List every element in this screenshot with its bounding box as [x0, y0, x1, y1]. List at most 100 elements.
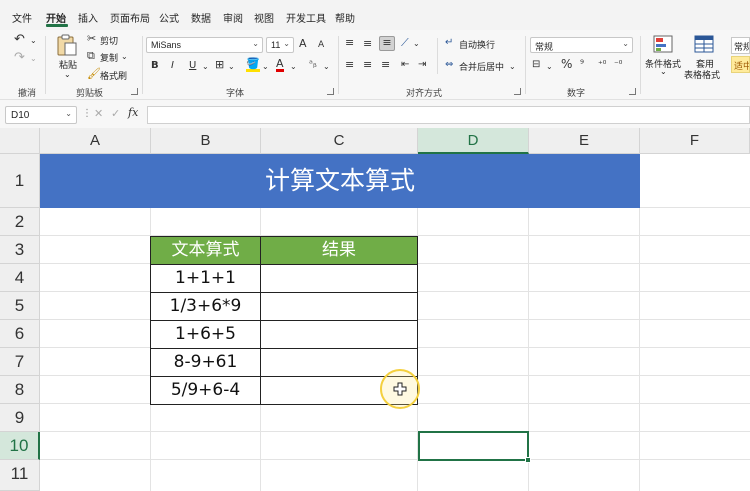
copy-dropdown-icon[interactable]: ⌄: [121, 51, 128, 63]
italic-button[interactable]: I: [171, 60, 174, 72]
phonetic-icon[interactable]: ᵃᵦ: [309, 59, 317, 71]
merge-dropdown-icon[interactable]: ⌄: [509, 61, 516, 73]
paste-button[interactable]: 粘贴 ⌄: [52, 34, 82, 79]
column-header-a[interactable]: A: [40, 128, 151, 154]
percent-button[interactable]: %: [561, 58, 572, 70]
format-painter-button[interactable]: 格式刷: [100, 69, 127, 82]
column-header-e[interactable]: E: [529, 128, 640, 154]
menu-file[interactable]: 文件: [12, 10, 32, 25]
row-header-4[interactable]: 4: [0, 264, 40, 292]
bold-button[interactable]: B: [151, 60, 159, 72]
table-header-expression[interactable]: 文本算式: [150, 236, 261, 265]
menu-formulas[interactable]: 公式: [159, 10, 179, 25]
scissors-icon[interactable]: ✂: [87, 33, 96, 45]
clipboard-launcher-icon[interactable]: [131, 88, 138, 95]
menu-developer[interactable]: 开发工具: [286, 10, 326, 25]
table-cell-expression[interactable]: 1/3+6*9: [150, 292, 261, 321]
table-cell-result[interactable]: [260, 320, 418, 349]
underline-button[interactable]: U: [189, 60, 196, 72]
wrap-text-icon[interactable]: ↵: [445, 37, 453, 49]
table-cell-expression[interactable]: 1+6+5: [150, 320, 261, 349]
phonetic-dropdown-icon[interactable]: ⌄: [323, 61, 330, 73]
align-center-icon[interactable]: ≡: [363, 59, 372, 71]
font-launcher-icon[interactable]: [327, 88, 334, 95]
row-header-8[interactable]: 8: [0, 376, 40, 404]
font-color-button[interactable]: A: [276, 58, 284, 72]
border-dropdown-icon[interactable]: ⌄: [228, 61, 235, 73]
underline-dropdown-icon[interactable]: ⌄: [202, 61, 209, 73]
number-launcher-icon[interactable]: [629, 88, 636, 95]
merge-icon[interactable]: ⇔: [445, 59, 453, 71]
row-header-10[interactable]: 10: [0, 432, 40, 460]
redo-dropdown-icon[interactable]: ⌄: [30, 53, 37, 65]
confirm-entry-icon[interactable]: ✓: [111, 108, 120, 120]
fill-handle[interactable]: [525, 457, 531, 463]
align-bottom-icon[interactable]: ≡: [379, 36, 395, 51]
menu-home[interactable]: 开始: [46, 10, 66, 25]
cell-style-neutral[interactable]: 适中: [731, 56, 750, 73]
orientation-icon[interactable]: ⟋: [401, 37, 409, 49]
accounting-dropdown-icon[interactable]: ⌄: [546, 61, 553, 73]
menu-help[interactable]: 帮助: [335, 10, 355, 25]
name-box[interactable]: D10 ⌄: [5, 106, 77, 124]
grow-font-icon[interactable]: A: [299, 38, 307, 50]
decrease-indent-icon[interactable]: ⇤: [401, 59, 409, 71]
fill-color-icon[interactable]: 🪣: [246, 58, 260, 72]
number-format-combo[interactable]: 常规 ⌄: [530, 37, 633, 53]
select-all-corner[interactable]: [0, 128, 40, 154]
more-options-icon[interactable]: ⋮: [82, 108, 92, 120]
format-as-table-button[interactable]: 套用 表格格式: [684, 35, 726, 83]
undo-dropdown-icon[interactable]: ⌄: [30, 35, 37, 47]
copy-button[interactable]: 复制: [100, 51, 118, 64]
fill-dropdown-icon[interactable]: ⌄: [262, 61, 269, 73]
row-header-3[interactable]: 3: [0, 236, 40, 264]
row-header-1[interactable]: 1: [0, 154, 40, 208]
increase-indent-icon[interactable]: ⇥: [418, 59, 426, 71]
column-header-d[interactable]: D: [418, 128, 529, 154]
redo-icon[interactable]: ↷: [14, 51, 25, 64]
align-top-icon[interactable]: ≡: [345, 37, 354, 49]
active-cell-d10[interactable]: [418, 431, 529, 461]
table-header-result[interactable]: 结果: [260, 236, 418, 265]
wrap-text-button[interactable]: 自动换行: [459, 38, 495, 51]
font-name-combo[interactable]: MiSans ⌄: [146, 37, 263, 53]
menu-data[interactable]: 数据: [191, 10, 211, 25]
spreadsheet-grid[interactable]: A B C D E F 1 2 3 4 5 6 7 8 9 10 11 计算文本…: [0, 128, 750, 491]
undo-icon[interactable]: ↶: [14, 33, 25, 46]
orientation-dropdown-icon[interactable]: ⌄: [413, 38, 420, 50]
row-header-5[interactable]: 5: [0, 292, 40, 320]
format-painter-icon[interactable]: 🖌: [87, 68, 101, 80]
menu-page-layout[interactable]: 页面布局: [110, 10, 150, 25]
font-size-combo[interactable]: 11 ⌄: [266, 37, 294, 53]
conditional-format-button[interactable]: 条件格式 ⌄: [645, 35, 681, 83]
table-cell-expression[interactable]: 1+1+1: [150, 264, 261, 293]
row-header-6[interactable]: 6: [0, 320, 40, 348]
row-header-9[interactable]: 9: [0, 404, 40, 432]
border-icon[interactable]: ⊞: [215, 59, 224, 71]
row-header-2[interactable]: 2: [0, 208, 40, 236]
sheet-title-cell[interactable]: 计算文本算式: [40, 154, 640, 208]
shrink-font-icon[interactable]: A: [318, 39, 324, 51]
comma-style-icon[interactable]: ⁹: [580, 59, 584, 71]
accounting-icon[interactable]: ⊟: [532, 59, 540, 71]
menu-review[interactable]: 审阅: [223, 10, 243, 25]
cut-button[interactable]: 剪切: [100, 34, 118, 47]
table-cell-result[interactable]: [260, 292, 418, 321]
align-middle-icon[interactable]: ≡: [363, 38, 372, 50]
cell-style-normal[interactable]: 常规: [731, 37, 750, 54]
row-header-11[interactable]: 11: [0, 460, 40, 491]
table-cell-expression[interactable]: 8-9+61: [150, 348, 261, 377]
cancel-entry-icon[interactable]: ✕: [94, 108, 103, 120]
menu-insert[interactable]: 插入: [78, 10, 98, 25]
decrease-decimal-icon[interactable]: ⁻⁰: [614, 59, 622, 71]
copy-icon[interactable]: ⧉: [87, 50, 95, 62]
column-header-c[interactable]: C: [261, 128, 418, 154]
formula-input[interactable]: [147, 106, 750, 124]
row-header-7[interactable]: 7: [0, 348, 40, 376]
increase-decimal-icon[interactable]: ⁺⁰: [598, 59, 606, 71]
table-cell-expression[interactable]: 5/9+6-4: [150, 376, 261, 405]
font-color-dropdown-icon[interactable]: ⌄: [290, 61, 297, 73]
align-right-icon[interactable]: ≡: [381, 59, 390, 71]
align-left-icon[interactable]: ≡: [345, 59, 354, 71]
table-cell-result[interactable]: [260, 264, 418, 293]
